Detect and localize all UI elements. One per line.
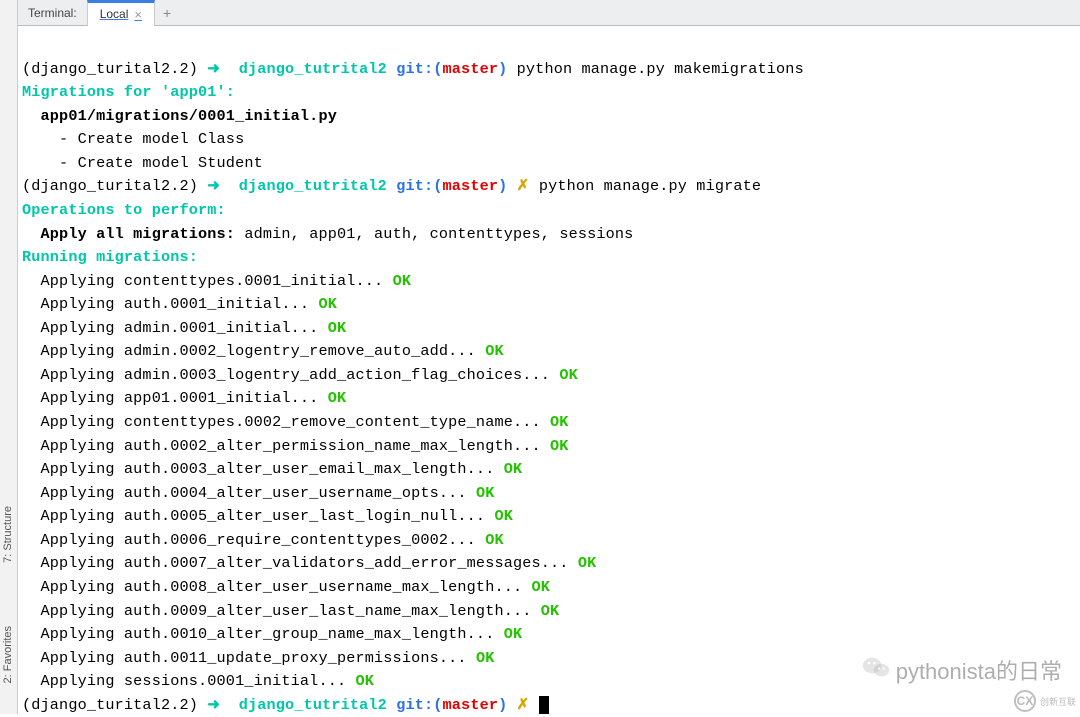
ok-status: OK [550,437,569,455]
ok-status: OK [559,366,578,384]
apply-all-label: Apply all migrations: [22,225,235,243]
prompt-git: git: [396,177,433,195]
corner-logo-text: 创新互联 [1040,695,1076,708]
corner-mark-icon: CX [1014,690,1036,712]
structure-tool-label: 7: Structure [2,506,14,563]
ok-status: OK [328,389,347,407]
ok-status: OK [504,625,523,643]
applying-line: Applying app01.0001_initial... [22,389,328,407]
applying-line: Applying auth.0006_require_contenttypes_… [22,531,485,549]
close-icon[interactable]: × [134,7,142,22]
command-text: python manage.py makemigrations [517,60,804,78]
prompt-branch: master [443,60,499,78]
prompt-lparen: ( [433,60,442,78]
ok-status: OK [485,342,504,360]
structure-tool-tab[interactable]: 7: Structure [1,500,15,569]
prompt-arrow-icon: ➜ [207,696,220,714]
dirty-icon: ✗ [517,696,530,714]
ok-status: OK [318,295,337,313]
applying-line: Applying auth.0009_alter_user_last_name_… [22,602,541,620]
ok-status: OK [356,672,375,690]
ok-status: OK [504,460,523,478]
venv-label: (django_turital2.2) [22,696,198,714]
dirty-icon: ✗ [517,177,530,195]
prompt-rparen: ) [498,177,507,195]
ok-status: OK [494,507,513,525]
applying-line: Applying admin.0002_logentry_remove_auto… [22,342,485,360]
prompt-git: git: [396,60,433,78]
watermark-text: pythonista的日常 [896,654,1062,686]
ok-status: OK [476,649,495,667]
operations-header: Operations to perform: [22,201,226,219]
venv-label: (django_turital2.2) [22,60,198,78]
ok-status: OK [328,319,347,337]
prompt-rparen: ) [498,60,507,78]
ok-status: OK [476,484,495,502]
applying-line: Applying auth.0004_alter_user_username_o… [22,484,476,502]
running-migrations-header: Running migrations: [22,248,198,266]
terminal-tab-local[interactable]: Local × [87,0,155,26]
applying-line: Applying admin.0003_logentry_add_action_… [22,366,559,384]
applying-line: Applying auth.0008_alter_user_username_m… [22,578,532,596]
prompt-lparen: ( [433,696,442,714]
prompt-dir: django_tutrital2 [239,696,387,714]
applying-line: Applying contenttypes.0001_initial... [22,272,393,290]
ok-status: OK [578,554,597,572]
apply-all-rest: admin, app01, auth, contenttypes, sessio… [235,225,633,243]
watermark: pythonista的日常 [862,654,1062,686]
applying-line: Applying auth.0007_alter_validators_add_… [22,554,578,572]
prompt-dir: django_tutrital2 [239,177,387,195]
favorites-tool-tab[interactable]: 2: Favorites [1,620,15,689]
terminal-output[interactable]: (django_turital2.2) ➜ django_tutrital2 g… [18,26,1080,714]
side-toolbar: 7: Structure 2: Favorites [0,0,18,714]
ok-status: OK [541,602,560,620]
prompt-git: git: [396,696,433,714]
prompt-arrow-icon: ➜ [207,177,220,195]
applying-line: Applying auth.0001_initial... [22,295,318,313]
prompt-lparen: ( [433,177,442,195]
applying-line: Applying contenttypes.0002_remove_conten… [22,413,550,431]
applying-line: Applying admin.0001_initial... [22,319,328,337]
favorites-tool-label: 2: Favorites [2,626,14,683]
prompt-branch: master [443,177,499,195]
applying-line: Applying auth.0003_alter_user_email_max_… [22,460,504,478]
terminal-tabbar-title: Terminal: [18,6,87,20]
applying-line: Applying auth.0005_alter_user_last_login… [22,507,494,525]
migrations-header: Migrations for 'app01': [22,83,235,101]
migration-file: app01/migrations/0001_initial.py [22,107,337,125]
corner-logo: CX 创新互联 [1014,690,1076,712]
ok-status: OK [532,578,551,596]
ok-status: OK [550,413,569,431]
applying-line: Applying auth.0010_alter_group_name_max_… [22,625,504,643]
prompt-arrow-icon: ➜ [207,60,220,78]
ok-status: OK [485,531,504,549]
applying-line: Applying auth.0002_alter_permission_name… [22,437,550,455]
prompt-dir: django_tutrital2 [239,60,387,78]
wechat-icon [862,655,890,685]
prompt-branch: master [443,696,499,714]
terminal-cursor [539,696,549,714]
terminal-tab-label: Local [100,7,129,21]
add-tab-button[interactable]: + [155,5,179,21]
terminal-tabbar: Terminal: Local × + [18,0,1080,26]
ok-status: OK [393,272,412,290]
prompt-rparen: ) [498,696,507,714]
venv-label: (django_turital2.2) [22,177,198,195]
applying-line: Applying auth.0011_update_proxy_permissi… [22,649,476,667]
command-text: python manage.py migrate [539,177,761,195]
migration-action: - Create model Student [22,154,263,172]
applying-line: Applying sessions.0001_initial... [22,672,356,690]
migration-action: - Create model Class [22,130,244,148]
